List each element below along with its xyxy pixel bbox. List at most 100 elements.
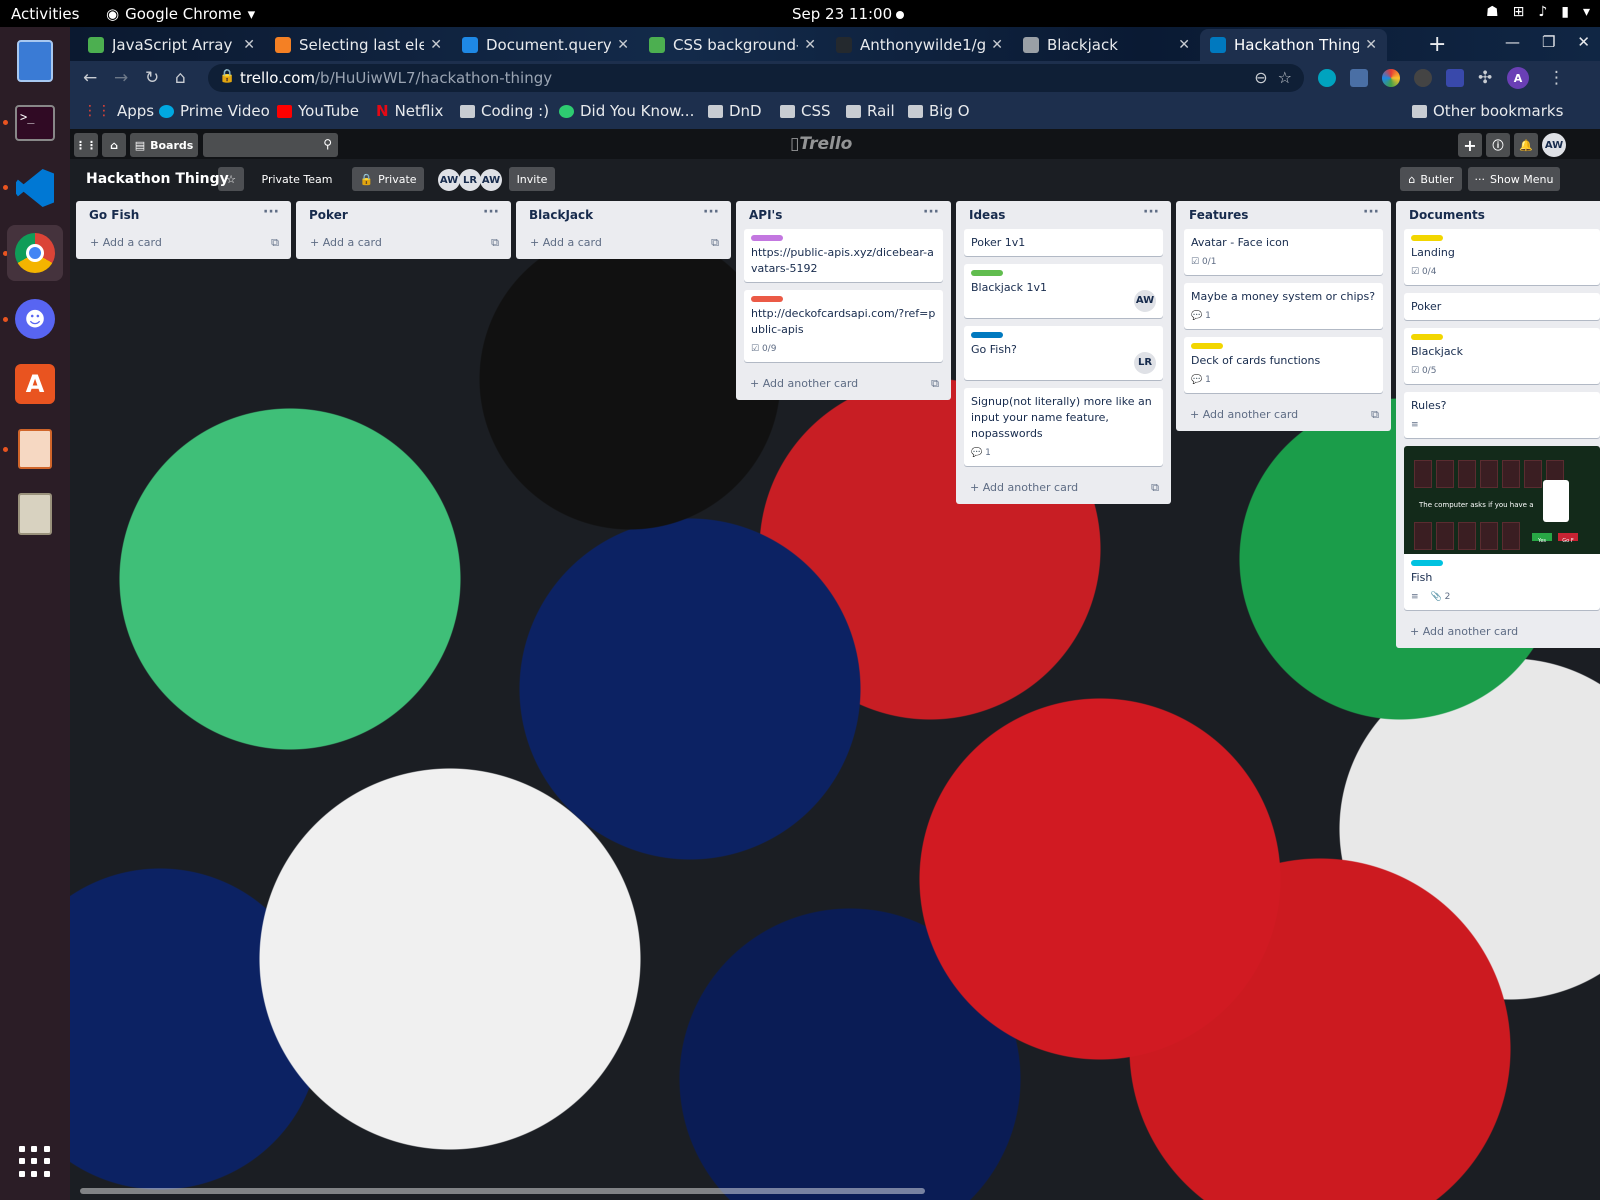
add-card-button[interactable]: + Add another card [1396,618,1600,648]
app-menu[interactable]: ◉ Google Chrome ▾ [106,5,255,23]
card[interactable]: Signup(not literally) more like an input… [964,388,1163,466]
template-icon[interactable]: ⧉ [931,377,939,391]
add-card-button[interactable]: + Add another card ⧉ [956,474,1171,504]
more-vert-icon[interactable]: ⋮ [1548,68,1565,88]
card-member-avatar[interactable]: AW [1134,290,1156,312]
discord-launcher[interactable]: ☻ [7,291,63,347]
terminal-launcher[interactable]: >_ [7,95,63,151]
card-cover-image[interactable]: The computer asks if you have a Yes Go F [1404,446,1600,554]
user-avatar[interactable]: AW [1542,133,1566,157]
card[interactable]: https://public-apis.xyz/dicebear-avatars… [744,229,943,282]
bookmark-youtube[interactable]: YouTube [277,102,359,120]
bookmark-netflix[interactable]: N Netflix [376,102,443,120]
tab[interactable]: JavaScript Array sl ✕ [78,29,265,61]
card-label[interactable] [971,332,1003,338]
card[interactable]: Landing ☑ 0/4 [1404,229,1600,285]
info-icon[interactable]: ⓘ [1486,133,1510,157]
bookmark-folder-dnd[interactable]: DnD [708,102,762,120]
list-menu-icon[interactable]: ··· [263,204,279,220]
list-header[interactable]: Poker ··· [296,201,511,229]
card-label[interactable] [1411,235,1443,241]
template-icon[interactable]: ⧉ [491,236,499,250]
card-label[interactable] [1411,560,1443,566]
tab[interactable]: Anthonywilde1/gr ✕ [826,29,1013,61]
team-button[interactable]: Private Team [252,167,342,191]
tab[interactable]: CSS background-in ✕ [639,29,826,61]
app-switcher-icon[interactable]: ⋮⋮ [74,133,98,157]
card[interactable]: Maybe a money system or chips? 💬 1 [1184,283,1383,329]
card[interactable]: Poker 1v1 [964,229,1163,256]
list-header[interactable]: Ideas ··· [956,201,1171,229]
extension-icon[interactable] [1318,69,1336,87]
list-documents[interactable]: Documents Landing ☑ 0/4 Poker Blackjack … [1396,201,1600,648]
list-title[interactable]: Poker [309,208,348,222]
tab[interactable]: Document.queryS ✕ [452,29,639,61]
card[interactable]: Deck of cards functions 💬 1 [1184,337,1383,393]
list-title[interactable]: Documents [1409,208,1485,222]
bookmark-did-you-know[interactable]: Did You Know... [559,102,694,120]
lock-icon[interactable]: 🔒 [219,69,235,84]
list-header[interactable]: API's ··· [736,201,951,229]
extension-icon[interactable] [1446,69,1464,87]
boards-button[interactable]: ▤ Boards [130,133,198,157]
member-avatar[interactable]: LR [459,169,481,191]
card-label[interactable] [1191,343,1223,349]
list-header[interactable]: Features ··· [1176,201,1391,229]
card[interactable]: Avatar - Face icon ☑ 0/1 [1184,229,1383,275]
visibility-button[interactable]: 🔒 Private [352,167,424,191]
card-label[interactable] [751,235,783,241]
list-header[interactable]: Go Fish ··· [76,201,291,229]
list-title[interactable]: Go Fish [89,208,139,222]
volume-icon[interactable]: ♪ [1538,4,1547,20]
member-avatar[interactable]: AW [480,169,502,191]
template-icon[interactable]: ⧉ [271,236,279,250]
list-menu-icon[interactable]: ··· [1143,204,1159,220]
card-label[interactable] [971,270,1003,276]
list-menu-icon[interactable]: ··· [483,204,499,220]
files-launcher[interactable] [7,33,63,89]
maximize-icon[interactable]: ❐ [1542,33,1555,51]
clock[interactable]: Sep 23 11:00 [792,5,905,23]
bookmark-folder-css[interactable]: CSS [780,102,831,120]
show-applications-icon[interactable] [19,1146,51,1178]
reload-icon[interactable]: ↻ [145,68,159,88]
activities-button[interactable]: Activities [11,5,79,23]
close-window-icon[interactable]: ✕ [1577,33,1590,51]
extension-icon[interactable] [1414,69,1432,87]
list-blackjack[interactable]: BlackJack ··· + Add a card ⧉ [516,201,731,259]
impress-launcher[interactable] [7,421,63,477]
member-avatar[interactable]: AW [438,169,460,191]
network-icon[interactable]: ⊞ [1513,4,1525,20]
create-icon[interactable]: + [1458,133,1482,157]
close-icon[interactable]: ✕ [1365,37,1377,53]
forward-icon[interactable]: → [114,68,128,88]
list-menu-icon[interactable]: ··· [923,204,939,220]
bookmark-folder-rail[interactable]: Rail [846,102,895,120]
discord-tray-icon[interactable]: ☗ [1486,4,1499,20]
close-icon[interactable]: ✕ [804,37,816,53]
horizontal-scrollbar[interactable] [80,1188,925,1194]
template-icon[interactable]: ⧉ [711,236,719,250]
close-icon[interactable]: ✕ [1178,37,1190,53]
tab[interactable]: Selecting last elem ✕ [265,29,452,61]
chrome-launcher[interactable] [7,225,63,281]
card[interactable]: Rules? ≡ [1404,392,1600,438]
list-poker[interactable]: Poker ··· + Add a card ⧉ [296,201,511,259]
list-title[interactable]: Features [1189,208,1248,222]
card[interactable]: Poker [1404,293,1600,320]
list-ideas[interactable]: Ideas ··· Poker 1v1 Blackjack 1v1 AW Go F… [956,201,1171,504]
profile-avatar[interactable]: A [1507,67,1529,89]
card[interactable]: Blackjack ☑ 0/5 [1404,328,1600,384]
search-input[interactable]: ⚲ [203,133,338,157]
back-icon[interactable]: ← [83,68,97,88]
card-label[interactable] [1411,334,1443,340]
template-icon[interactable]: ⧉ [1151,481,1159,495]
card-member-avatar[interactable]: LR [1134,352,1156,374]
list-menu-icon[interactable]: ··· [1363,204,1379,220]
minimize-icon[interactable]: — [1505,33,1520,51]
list-apis[interactable]: API's ··· https://public-apis.xyz/dicebea… [736,201,951,400]
bookmark-other[interactable]: Other bookmarks [1412,102,1563,120]
close-icon[interactable]: ✕ [617,37,629,53]
chevron-down-icon[interactable]: ▾ [1583,4,1590,20]
add-card-button[interactable]: + Add another card ⧉ [1176,401,1391,431]
